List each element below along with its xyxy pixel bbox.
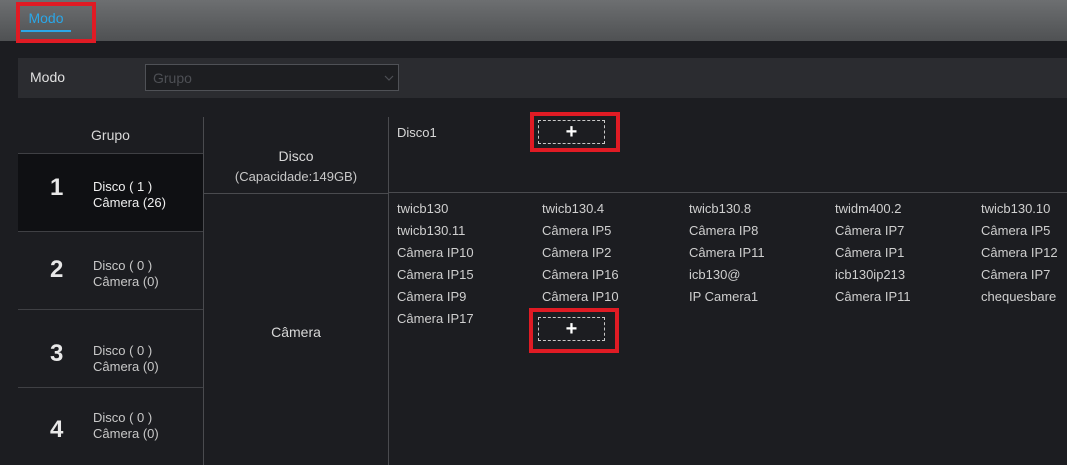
group-number: 2 [50, 256, 64, 283]
group-item-4[interactable]: 4 Disco ( 0 ) Câmera (0) [18, 387, 203, 465]
camera-item[interactable]: Câmera IP10 [397, 245, 474, 260]
disk-section-label: Disco (Capacidade:149GB) [204, 117, 388, 194]
camera-item[interactable]: Câmera IP15 [397, 267, 474, 282]
group-disk-count: Disco ( 0 ) [93, 258, 153, 273]
camera-item[interactable]: Câmera IP7 [981, 267, 1050, 282]
camera-item[interactable]: Câmera IP7 [835, 223, 904, 238]
camera-item[interactable]: Câmera IP10 [542, 289, 619, 304]
group-number: 4 [50, 416, 64, 443]
camera-item[interactable]: Câmera IP11 [835, 289, 911, 304]
mode-select[interactable]: Grupo [145, 64, 399, 91]
highlight-add-camera [529, 308, 619, 353]
camera-item[interactable]: twicb130.4 [542, 201, 604, 216]
camera-item[interactable]: IP Camera1 [689, 289, 758, 304]
camera-item[interactable]: Câmera IP1 [835, 245, 904, 260]
camera-item[interactable]: Câmera IP12 [981, 245, 1058, 260]
group-camera-count: Câmera (0) [93, 426, 159, 441]
group-item-3[interactable]: 3 Disco ( 0 ) Câmera (0) [18, 309, 203, 387]
group-item-2[interactable]: 2 Disco ( 0 ) Câmera (0) [18, 231, 203, 309]
camera-item[interactable]: twicb130.10 [981, 201, 1050, 216]
camera-item[interactable]: icb130ip213 [835, 267, 905, 282]
disk-section-title: Disco [278, 148, 314, 164]
group-table: Grupo 1 Disco ( 1 ) Câmera (26) 2 Disco … [18, 117, 1067, 465]
camera-item[interactable]: Câmera IP8 [689, 223, 758, 238]
group-disk-count: Disco ( 0 ) [93, 410, 153, 425]
camera-item[interactable]: icb130@ [689, 267, 741, 282]
camera-item[interactable]: Câmera IP17 [397, 311, 474, 326]
mode-select-value: Grupo [153, 70, 192, 86]
camera-item[interactable]: Câmera IP11 [689, 245, 765, 260]
group-camera-count: Câmera (0) [93, 274, 159, 289]
camera-item[interactable]: Câmera IP5 [981, 223, 1050, 238]
top-bar: Modo [0, 0, 1067, 41]
group-item-1[interactable]: 1 Disco ( 1 ) Câmera (26) [18, 153, 203, 231]
camera-item[interactable]: Câmera IP2 [542, 245, 611, 260]
chevron-down-icon [384, 75, 394, 81]
camera-item[interactable]: twidm400.2 [835, 201, 901, 216]
mode-label: Modo [30, 69, 66, 85]
camera-item[interactable]: Câmera IP9 [397, 289, 466, 304]
camera-item[interactable]: chequesbare [981, 289, 1056, 304]
camera-item[interactable]: twicb130.11 [397, 223, 465, 238]
disk-item: Disco1 [397, 125, 437, 140]
group-column: Grupo 1 Disco ( 1 ) Câmera (26) 2 Disco … [18, 117, 204, 465]
mode-row: Modo Grupo [18, 58, 1067, 98]
camera-item[interactable]: twicb130 [397, 201, 448, 216]
group-disk-count: Disco ( 0 ) [93, 343, 153, 358]
disk-capacity: (Capacidade:149GB) [234, 169, 358, 184]
highlight-tab [16, 2, 96, 43]
camera-section-title: Câmera [271, 324, 321, 340]
group-number: 1 [50, 174, 64, 201]
group-header: Grupo [91, 127, 130, 143]
group-camera-count: Câmera (26) [93, 195, 166, 210]
group-number: 3 [50, 340, 64, 367]
group-disk-count: Disco ( 1 ) [93, 179, 153, 194]
camera-item[interactable]: Câmera IP16 [542, 267, 619, 282]
section-labels-column: Disco (Capacidade:149GB) Câmera [204, 117, 389, 465]
camera-item[interactable]: twicb130.8 [689, 201, 751, 216]
camera-item[interactable]: Câmera IP5 [542, 223, 611, 238]
divider [389, 192, 1067, 193]
group-camera-count: Câmera (0) [93, 359, 159, 374]
highlight-add-disk [530, 112, 620, 152]
assignment-area: Disco1 + twicb130 twicb130.4 twicb130.8 twi… [389, 117, 1067, 465]
